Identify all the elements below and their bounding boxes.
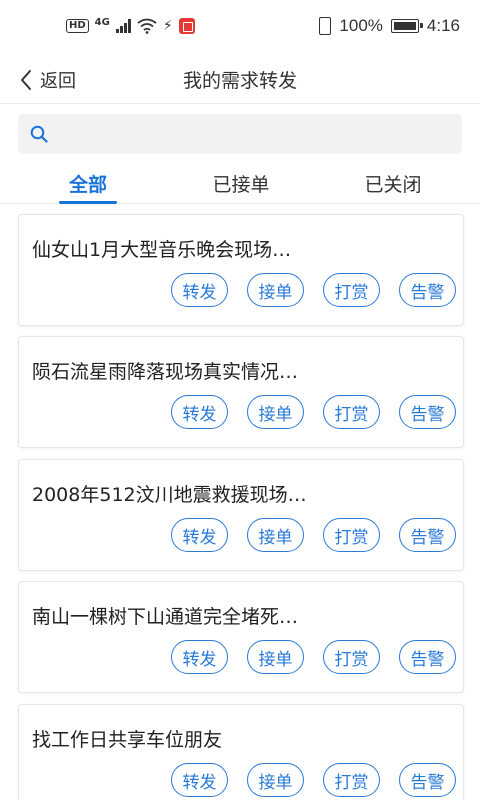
item-actions: 转发 接单 打赏 告警 <box>171 395 456 429</box>
item-title: 南山一棵树下山通道完全堵死… <box>32 606 299 628</box>
signal-icon <box>115 19 131 33</box>
item-title: 2008年512汶川地震救援现场… <box>32 484 307 506</box>
item-title: 陨石流星雨降落现场真实情况… <box>32 361 299 383</box>
accept-button[interactable]: 接单 <box>247 640 304 674</box>
forward-button[interactable]: 转发 <box>171 518 228 552</box>
reward-button[interactable]: 打赏 <box>323 273 380 307</box>
accept-button[interactable]: 接单 <box>247 518 304 552</box>
forward-button[interactable]: 转发 <box>171 273 228 307</box>
tab-bar: 全部 已接单 已关闭 <box>0 164 480 204</box>
nav-bar: 返回 我的需求转发 <box>0 56 480 104</box>
page-title: 我的需求转发 <box>182 70 297 92</box>
forward-button[interactable]: 转发 <box>171 395 228 429</box>
accept-button[interactable]: 接单 <box>247 395 304 429</box>
accept-button[interactable]: 接单 <box>247 763 304 797</box>
search-icon <box>30 125 48 143</box>
wifi-icon <box>137 18 157 34</box>
app-notification-icon <box>178 18 195 34</box>
hd-icon: HD <box>66 19 89 33</box>
battery-percent: 100% <box>339 16 383 35</box>
item-actions: 转发 接单 打赏 告警 <box>171 518 456 552</box>
item-actions: 转发 接单 打赏 告警 <box>171 763 456 797</box>
clock: 4:16 <box>426 16 460 35</box>
item-actions: 转发 接单 打赏 告警 <box>171 640 456 674</box>
list-item[interactable]: 南山一棵树下山通道完全堵死… 转发 接单 打赏 告警 <box>18 581 464 693</box>
search-input[interactable] <box>58 114 454 154</box>
list-item[interactable]: 找工作日共享车位朋友 转发 接单 打赏 告警 <box>18 704 464 800</box>
vibrate-icon <box>319 17 332 35</box>
list-item[interactable]: 陨石流星雨降落现场真实情况… 转发 接单 打赏 告警 <box>18 336 464 448</box>
list-item[interactable]: 仙女山1月大型音乐晚会现场… 转发 接单 打赏 告警 <box>18 214 464 326</box>
battery-icon <box>390 19 423 33</box>
tab-all[interactable]: 全部 <box>59 170 117 197</box>
report-button[interactable]: 告警 <box>399 395 456 429</box>
network-type-label: 4G <box>94 17 110 28</box>
reward-button[interactable]: 打赏 <box>323 395 380 429</box>
forward-button[interactable]: 转发 <box>171 640 228 674</box>
report-button[interactable]: 告警 <box>399 763 456 797</box>
reward-button[interactable]: 打赏 <box>323 518 380 552</box>
report-button[interactable]: 告警 <box>399 640 456 674</box>
accept-button[interactable]: 接单 <box>247 273 304 307</box>
tab-active-indicator <box>59 201 117 204</box>
usb-icon: ⚡︎ <box>162 18 173 34</box>
search-box[interactable] <box>18 114 462 154</box>
report-button[interactable]: 告警 <box>399 273 456 307</box>
list-item[interactable]: 2008年512汶川地震救援现场… 转发 接单 打赏 告警 <box>18 459 464 571</box>
forward-button[interactable]: 转发 <box>171 763 228 797</box>
reward-button[interactable]: 打赏 <box>323 763 380 797</box>
tab-closed[interactable]: 已关闭 <box>357 170 429 197</box>
item-title: 找工作日共享车位朋友 <box>32 729 223 751</box>
item-title: 仙女山1月大型音乐晚会现场… <box>32 239 292 261</box>
status-right-icons: 100% 4:16 <box>319 16 460 36</box>
status-left-icons: HD 4G ⚡︎ <box>66 18 195 34</box>
report-button[interactable]: 告警 <box>399 518 456 552</box>
reward-button[interactable]: 打赏 <box>323 640 380 674</box>
item-actions: 转发 接单 打赏 告警 <box>171 273 456 307</box>
tab-accepted[interactable]: 已接单 <box>205 170 277 197</box>
status-bar: HD 4G ⚡︎ 100% 4:16 <box>0 0 480 56</box>
